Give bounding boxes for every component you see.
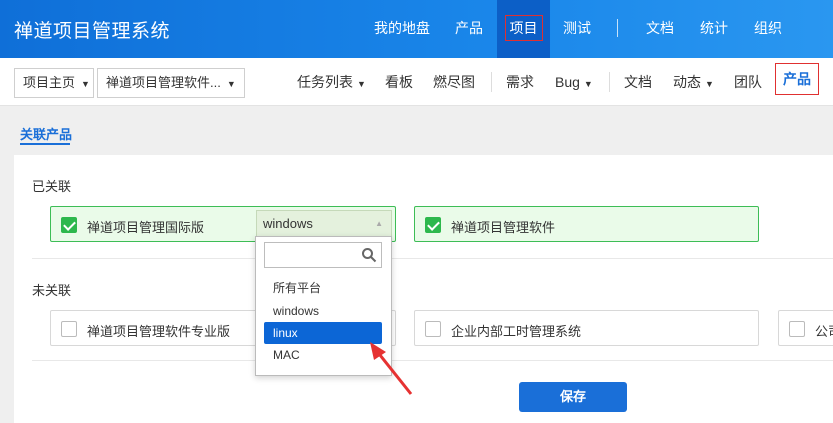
breadcrumb-project-select[interactable]: 禅道项目管理软件... ▼ [97,68,245,98]
subnav-task-list[interactable]: 任务列表 ▼ [297,58,366,106]
linked-product-card[interactable]: 禅道项目管理软件 [414,206,759,242]
product-checkbox[interactable] [425,217,441,233]
breadcrumb-project-label: 禅道项目管理软件... [106,75,221,90]
product-name: 公司 [815,324,833,339]
product-name: 禅道项目管理国际版 [87,220,205,235]
product-checkbox[interactable] [61,217,77,233]
subnav-separator [609,72,610,92]
product-checkbox[interactable] [61,321,77,337]
tab-underline [20,143,70,145]
subnav-separator [491,72,492,92]
nav-project[interactable]: 项目 [497,0,550,58]
project-subnav: 项目主页 ▼ 禅道项目管理软件... ▼ 任务列表 ▼ 看板 燃尽图 需求 Bug ▼ … [0,58,833,106]
subnav-story[interactable]: 需求 [506,58,534,106]
nav-product[interactable]: 产品 [455,0,483,58]
divider [32,258,833,259]
nav-project-label: 项目 [504,15,543,41]
subnav-product[interactable]: 产品 [775,63,819,95]
platform-search-box[interactable] [264,242,382,268]
save-button[interactable]: 保存 [519,382,627,412]
chevron-down-icon: ▼ [705,79,714,89]
platform-search-input[interactable] [265,243,355,267]
platform-option-all[interactable]: 所有平台 [264,277,382,299]
subnav-task-list-label: 任务列表 [297,74,353,90]
product-name: 企业内部工时管理系统 [451,324,582,339]
breadcrumb-project-home[interactable]: 项目主页 ▼ [14,68,94,98]
linked-group-title: 已关联 [32,179,72,194]
nav-test[interactable]: 测试 [563,0,591,58]
subnav-team[interactable]: 团队 [734,58,762,106]
subnav-dynamic[interactable]: 动态 ▼ [673,58,714,106]
nav-org[interactable]: 组织 [754,0,782,58]
nav-divider [617,19,618,37]
nav-doc[interactable]: 文档 [646,0,674,58]
chevron-up-icon: ▲ [375,219,383,228]
chevron-down-icon: ▼ [357,79,366,89]
breadcrumb-project-home-label: 项目主页 [23,75,76,90]
unlinked-product-card[interactable]: 企业内部工时管理系统 [414,310,759,346]
chevron-down-icon: ▼ [226,79,236,89]
subnav-dynamic-label: 动态 [673,74,701,90]
annotation-arrow-icon [370,342,413,395]
unlinked-product-card[interactable]: 公司 [778,310,833,346]
platform-select-value: windows [263,216,313,231]
subnav-burndown[interactable]: 燃尽图 [433,58,475,106]
platform-select[interactable]: windows ▲ [256,210,392,238]
divider [32,360,833,361]
search-icon [362,248,377,263]
unlinked-group-title: 未关联 [32,283,72,298]
subnav-bug-label: Bug [555,74,580,90]
subnav-kanban[interactable]: 看板 [385,58,413,106]
chevron-down-icon: ▼ [583,79,593,89]
product-name: 禅道项目管理软件 [451,220,556,235]
chevron-down-icon: ▼ [81,79,90,89]
tab-link-product[interactable]: 关联产品 [20,124,72,143]
top-header: 禅道项目管理系统 我的地盘 产品 项目 测试 文档 统计 组织 [0,0,833,58]
platform-option-windows[interactable]: windows [264,300,382,322]
product-name: 禅道项目管理软件专业版 [87,324,231,339]
link-product-panel: 已关联 禅道项目管理国际版 windows ▲ 禅道项目管理软件 未关联 禅道项… [14,155,833,423]
app-title[interactable]: 禅道项目管理系统 [14,16,170,43]
product-checkbox[interactable] [789,321,805,337]
nav-stats[interactable]: 统计 [700,0,728,58]
subnav-doc[interactable]: 文档 [624,58,652,106]
subnav-bug[interactable]: Bug ▼ [555,58,593,106]
product-checkbox[interactable] [425,321,441,337]
nav-my-dashboard[interactable]: 我的地盘 [374,0,430,58]
